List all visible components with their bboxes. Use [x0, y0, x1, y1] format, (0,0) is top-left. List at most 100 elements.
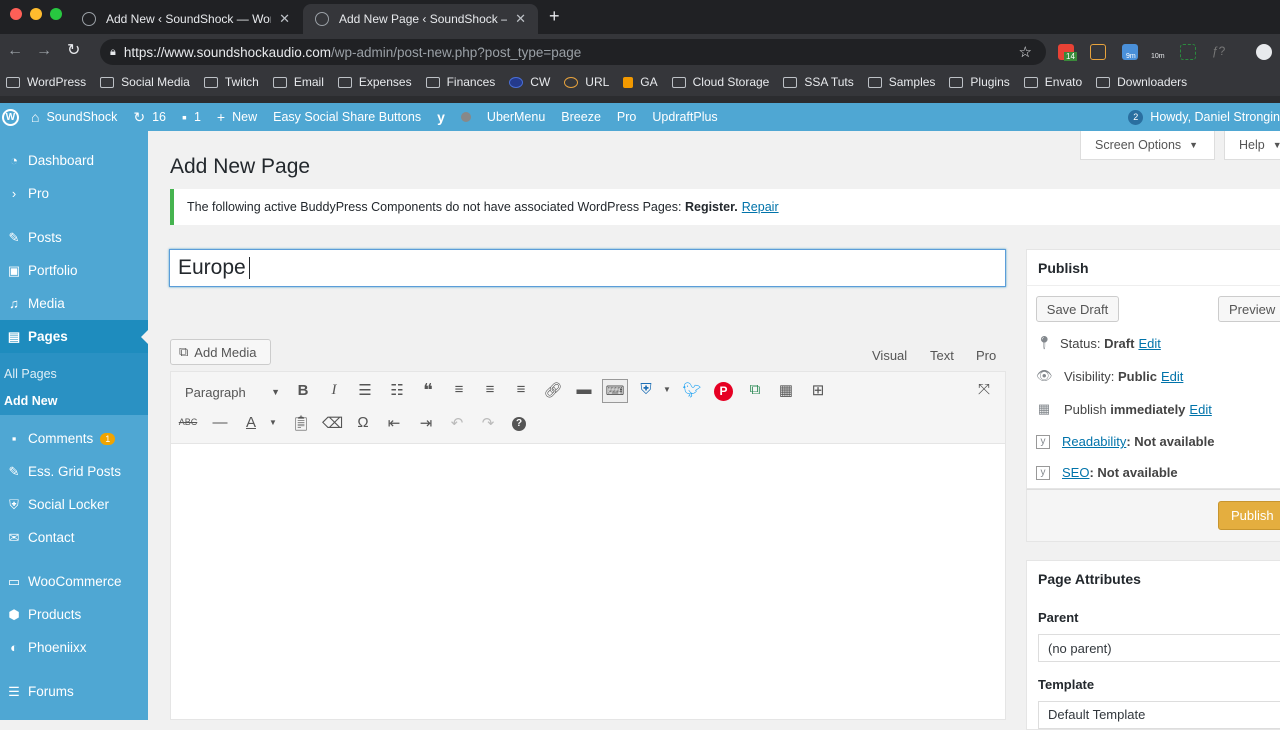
tab-close-icon[interactable]: ✕ — [279, 11, 290, 27]
admin-bar-pro[interactable]: Pro — [617, 110, 636, 124]
template-select[interactable]: Default Template — [1038, 701, 1280, 729]
bookmark-folder[interactable]: WordPress — [6, 75, 86, 89]
extension-icon[interactable]: 14 — [1058, 44, 1077, 61]
extension-icon[interactable]: 10m — [1150, 44, 1166, 60]
readability-link[interactable]: Readability — [1062, 434, 1126, 449]
grid-icon[interactable]: ▦ — [776, 381, 796, 399]
admin-bar-site[interactable]: ⌂ SoundShock — [31, 109, 117, 125]
toolbar-toggle-icon[interactable]: ⌨ — [602, 379, 628, 403]
special-character-icon[interactable]: Ω — [353, 414, 373, 431]
admin-bar-new[interactable]: + New — [217, 109, 257, 125]
bookmark-folder[interactable]: SSA Tuts — [783, 75, 854, 89]
text-color-icon[interactable]: A — [241, 414, 261, 431]
bookmark-folder[interactable]: Social Media — [100, 75, 190, 89]
caret-down-icon[interactable]: ▼ — [263, 418, 283, 427]
sidebar-item-ess-grid-posts[interactable]: ✎ Ess. Grid Posts — [0, 455, 148, 488]
caret-down-icon[interactable]: ▼ — [657, 385, 677, 394]
bookmark-folder[interactable]: Finances — [425, 75, 495, 89]
italic-icon[interactable]: I — [324, 382, 344, 399]
align-center-icon[interactable]: ≡ — [480, 381, 500, 398]
repair-link[interactable]: Repair — [742, 200, 779, 214]
bookmark-link[interactable]: CW — [509, 75, 550, 89]
grid-outline-icon[interactable]: ⊞ — [808, 381, 828, 399]
edit-publish-time-link[interactable]: Edit — [1189, 402, 1211, 417]
link-icon[interactable]: 🔗︎ — [543, 381, 563, 399]
sidebar-item-forums[interactable]: ☰ Forums — [0, 675, 148, 708]
parent-select[interactable]: (no parent) — [1038, 634, 1280, 662]
tab-close-icon[interactable]: ✕ — [515, 11, 526, 27]
bookmark-folder[interactable]: Samples — [867, 75, 935, 89]
edit-status-link[interactable]: Edit — [1138, 336, 1160, 351]
submenu-add-new[interactable]: Add New — [4, 394, 57, 408]
window-zoom-dot[interactable] — [50, 8, 62, 20]
tab-visual[interactable]: Visual — [872, 348, 907, 363]
tab-pro[interactable]: Pro — [976, 348, 996, 363]
fullscreen-icon[interactable]: ⤧ — [974, 381, 994, 398]
extension-icon[interactable] — [1090, 44, 1106, 60]
admin-bar-comments[interactable]: ▪ 1 — [182, 109, 201, 125]
shield-icon[interactable]: ⛨ — [636, 381, 656, 398]
bookmark-folder[interactable]: Expenses — [337, 75, 412, 89]
help-button[interactable]: Help ▼ — [1224, 131, 1280, 160]
redo-icon[interactable]: ↷ — [478, 414, 498, 432]
sidebar-item-dashboard[interactable]: ◔ Dashboard — [0, 144, 148, 177]
bookmark-link[interactable]: URL — [564, 75, 609, 89]
sidebar-item-woocommerce[interactable]: ▭ WooCommerce — [0, 565, 148, 598]
image-swap-icon[interactable]: ⧉ — [745, 381, 765, 398]
indent-icon[interactable]: ⇥ — [416, 414, 436, 432]
seo-link[interactable]: SEO — [1062, 465, 1089, 480]
address-bar[interactable]: 🔒︎ https://www.soundshockaudio.com/wp-ad… — [100, 39, 1046, 65]
publish-button[interactable]: Publish — [1218, 501, 1280, 530]
sidebar-item-social-locker[interactable]: ⛨ Social Locker — [0, 488, 148, 521]
blockquote-icon[interactable]: ❝ — [418, 380, 438, 401]
add-media-button[interactable]: ⧉ Add Media — [170, 339, 271, 365]
undo-icon[interactable]: ↶ — [447, 414, 467, 432]
bookmark-star-icon[interactable]: ☆ — [1019, 43, 1032, 61]
paste-text-icon[interactable]: 📋︎ — [291, 414, 311, 432]
extension-icon[interactable] — [1180, 44, 1196, 60]
window-close-dot[interactable] — [10, 8, 22, 20]
align-right-icon[interactable]: ≡ — [511, 381, 531, 398]
sidebar-item-products[interactable]: ⬢ Products — [0, 598, 148, 631]
bullet-list-icon[interactable]: ☰ — [355, 381, 375, 399]
sidebar-item-posts[interactable]: ✎ Posts — [0, 221, 148, 254]
admin-bar-updates[interactable]: ↻ 16 — [133, 109, 166, 126]
browser-tab-active[interactable]: Add New Page ‹ SoundShock — ✕ — [303, 4, 538, 34]
admin-bar-updraftplus[interactable]: UpdraftPlus — [652, 110, 717, 124]
read-more-icon[interactable]: ▬ — [574, 381, 594, 398]
preview-button[interactable]: Preview — [1218, 296, 1280, 322]
back-arrow-icon[interactable]: ← — [7, 42, 23, 60]
numbered-list-icon[interactable]: ☷ — [387, 381, 407, 399]
twitter-icon[interactable]: 🐦︎ — [682, 381, 702, 399]
new-tab-button[interactable]: + — [549, 6, 560, 27]
screen-options-button[interactable]: Screen Options ▼ — [1080, 131, 1215, 160]
forward-arrow-icon[interactable]: → — [36, 42, 52, 60]
align-left-icon[interactable]: ≡ — [449, 381, 469, 398]
profile-avatar[interactable] — [1256, 44, 1272, 60]
bold-icon[interactable]: B — [293, 382, 313, 399]
admin-bar-account[interactable]: 2 Howdy, Daniel Strongin — [1128, 109, 1280, 125]
sidebar-item-contact[interactable]: ✉ Contact — [0, 521, 148, 554]
sidebar-item-comments[interactable]: ▪ Comments 1 — [0, 422, 148, 455]
sidebar-item-portfolio[interactable]: ▣ Portfolio — [0, 254, 148, 287]
admin-bar-ubermenu[interactable]: UberMenu — [487, 110, 545, 124]
bookmark-folder[interactable]: Downloaders — [1096, 75, 1187, 89]
bookmark-folder[interactable]: Envato — [1023, 75, 1082, 89]
bookmark-folder[interactable]: Cloud Storage — [671, 75, 769, 89]
sidebar-item-phoeniixx[interactable]: ◐ Phoeniixx — [0, 631, 148, 664]
post-title-input[interactable]: Europe — [169, 249, 1006, 287]
reload-icon[interactable]: ↻ — [67, 42, 80, 60]
wordpress-logo-icon[interactable]: W — [2, 108, 19, 126]
yoast-icon[interactable]: y — [437, 109, 445, 125]
bookmark-link[interactable]: GA — [623, 75, 658, 89]
tab-text[interactable]: Text — [930, 348, 954, 363]
sidebar-item-media[interactable]: ♫ Media — [0, 287, 148, 320]
horizontal-line-icon[interactable]: — — [210, 414, 230, 431]
edit-visibility-link[interactable]: Edit — [1161, 369, 1183, 384]
admin-bar-breeze[interactable]: Breeze — [561, 110, 601, 124]
admin-bar-essb[interactable]: Easy Social Share Buttons — [273, 110, 421, 124]
submenu-all-pages[interactable]: All Pages — [4, 367, 57, 381]
bookmark-folder[interactable]: Twitch — [203, 75, 259, 89]
browser-tab[interactable]: Add New ‹ SoundShock — Wor ✕ — [70, 4, 302, 34]
pinterest-icon[interactable]: P — [714, 382, 733, 401]
